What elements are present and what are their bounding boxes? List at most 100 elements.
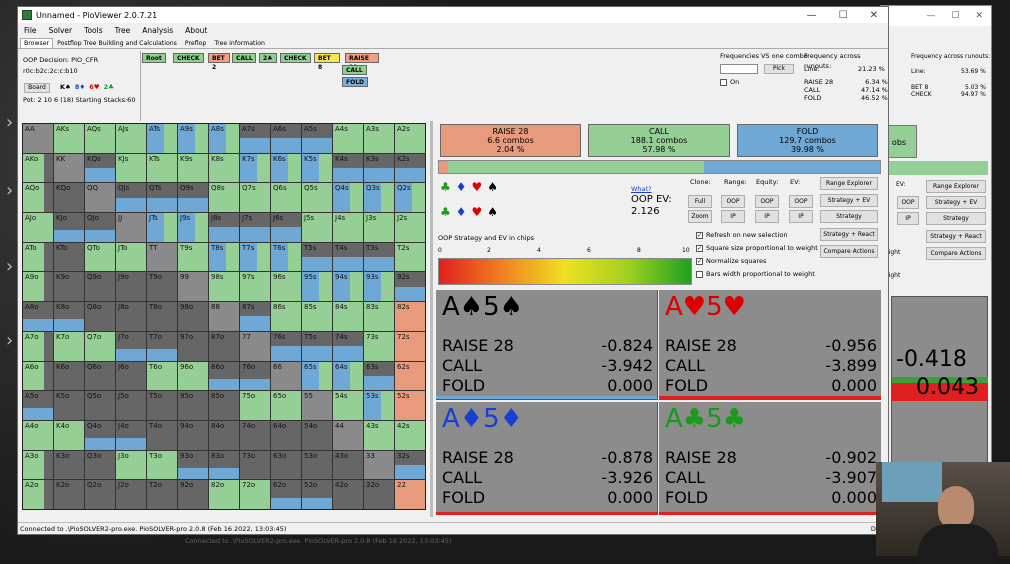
hand-cell[interactable]: T9o: [147, 272, 177, 302]
hand-cell[interactable]: Q7o: [85, 331, 115, 361]
club-icon[interactable]: ♣: [440, 180, 451, 194]
normalize-checkbox[interactable]: ✓: [696, 257, 703, 265]
hand-cell[interactable]: K7o: [54, 331, 84, 361]
tree-node[interactable]: BET 8: [314, 53, 340, 71]
hand-cell[interactable]: J5s: [302, 213, 332, 242]
hand-cell[interactable]: 63o: [271, 450, 301, 480]
hand-cell[interactable]: AQs: [85, 124, 115, 153]
hand-cell[interactable]: K6o: [54, 361, 84, 391]
hand-cell[interactable]: KJs: [116, 153, 146, 183]
hand-cell[interactable]: KQo: [54, 183, 84, 213]
hand-cell[interactable]: 65s: [302, 361, 332, 391]
hand-cell[interactable]: 84s: [333, 302, 363, 331]
zoom-button[interactable]: Zoom: [688, 210, 712, 223]
action-box-fold[interactable]: FOLD 129.7 combos 39.98 %: [737, 124, 878, 157]
hand-cell[interactable]: 96s: [271, 272, 301, 302]
hand-cell[interactable]: QJo: [85, 213, 115, 242]
hand-cell[interactable]: 94s: [333, 272, 363, 302]
hand-cell[interactable]: Q5o: [85, 391, 115, 420]
board-button[interactable]: Board: [24, 83, 50, 93]
hand-cell[interactable]: 88: [209, 302, 239, 331]
hand-cell[interactable]: J9s: [178, 213, 208, 242]
maximize-icon[interactable]: ☐: [839, 10, 848, 21]
hand-cell[interactable]: Q8o: [85, 302, 115, 331]
hand-cell[interactable]: 74s: [333, 331, 363, 361]
hand-cell[interactable]: QQ: [85, 183, 115, 213]
hand-cell[interactable]: ATs: [147, 124, 177, 153]
minimize-icon[interactable]: —: [926, 11, 935, 21]
hand-cell[interactable]: 87s: [240, 302, 270, 331]
hand-cell[interactable]: T3s: [364, 242, 394, 272]
diamond-icon[interactable]: ♦: [456, 205, 467, 219]
hand-cell[interactable]: 52o: [302, 480, 332, 509]
hand-cell[interactable]: K6s: [271, 153, 301, 183]
hand-cell[interactable]: K9s: [178, 153, 208, 183]
tab-postflop[interactable]: Postflop Tree Building and Calculations: [53, 38, 181, 48]
hand-cell[interactable]: ATo: [23, 242, 53, 272]
square-option[interactable]: ✓ Square size proportional to weight: [696, 243, 818, 253]
hand-cell[interactable]: Q3s: [364, 183, 394, 213]
combo-panel-clubs[interactable]: A♣5♣ RAISE 28 -0.902 CALL -3.907 FOLD 0.000: [659, 402, 881, 515]
close-icon[interactable]: ✕: [975, 11, 983, 21]
tree-node-call[interactable]: CALL: [342, 65, 367, 75]
hand-cell[interactable]: 85s: [302, 302, 332, 331]
club-icon[interactable]: ♣: [440, 205, 451, 219]
hand-cell[interactable]: 55: [302, 391, 332, 420]
back-ip-button[interactable]: IP: [897, 212, 919, 225]
back-strategy-ev-button[interactable]: Strategy + EV: [926, 196, 986, 209]
hand-cell[interactable]: K5s: [302, 153, 332, 183]
hand-cell[interactable]: J9o: [116, 272, 146, 302]
hand-cell[interactable]: 97o: [178, 331, 208, 361]
back-range-explorer-button[interactable]: Range Explorer: [926, 180, 986, 193]
hand-cell[interactable]: J2o: [116, 480, 146, 509]
hand-cell[interactable]: Q2o: [85, 480, 115, 509]
range-explorer-button[interactable]: Range Explorer: [820, 177, 878, 190]
hand-cell[interactable]: T8o: [147, 302, 177, 331]
hand-cell[interactable]: T2s: [395, 242, 425, 272]
heart-icon[interactable]: ♥: [472, 205, 483, 219]
hand-cell[interactable]: 53s: [364, 391, 394, 420]
full-button[interactable]: Full: [688, 195, 712, 208]
hand-cell[interactable]: A7o: [23, 331, 53, 361]
hand-cell[interactable]: A9s: [178, 124, 208, 153]
hand-cell[interactable]: K4o: [54, 420, 84, 450]
spade-icon[interactable]: ♠: [487, 180, 498, 194]
hand-cell[interactable]: 72s: [395, 331, 425, 361]
hand-cell[interactable]: 76s: [271, 331, 301, 361]
action-box-raise[interactable]: RAISE 28 6.6 combos 2.04 %: [440, 124, 581, 157]
tree-node[interactable]: RAISE 28: [345, 53, 379, 71]
strategy-button[interactable]: Strategy: [820, 210, 878, 223]
strategy-react-button[interactable]: Strategy + React: [820, 228, 878, 241]
hand-cell[interactable]: 95s: [302, 272, 332, 302]
hand-cell[interactable]: 62s: [395, 361, 425, 391]
hand-cell[interactable]: 86o: [209, 361, 239, 391]
hand-cell[interactable]: KQs: [85, 153, 115, 183]
hand-cell[interactable]: Q9s: [178, 183, 208, 213]
hand-cell[interactable]: K9o: [54, 272, 84, 302]
hand-cell[interactable]: 32o: [364, 480, 394, 509]
hand-cell[interactable]: 77: [240, 331, 270, 361]
hand-cell[interactable]: 64o: [271, 420, 301, 450]
refresh-checkbox[interactable]: ✓: [696, 231, 703, 239]
hand-cell[interactable]: T6o: [147, 361, 177, 391]
hand-cell[interactable]: AA: [23, 124, 53, 153]
hand-cell[interactable]: T3o: [147, 450, 177, 480]
hand-cell[interactable]: TT: [147, 242, 177, 272]
hand-cell[interactable]: JJ: [116, 213, 146, 242]
hand-cell[interactable]: Q3o: [85, 450, 115, 480]
hand-cell[interactable]: AQo: [23, 183, 53, 213]
hand-cell[interactable]: AJo: [23, 213, 53, 242]
strategy-ev-button[interactable]: Strategy + EV: [820, 194, 878, 207]
tab-browser[interactable]: Browser: [20, 38, 54, 48]
hand-cell[interactable]: 94o: [178, 420, 208, 450]
hand-cell[interactable]: AJs: [116, 124, 146, 153]
hand-cell[interactable]: 96o: [178, 361, 208, 391]
menu-file[interactable]: File: [24, 26, 37, 35]
hand-cell[interactable]: 42o: [333, 480, 363, 509]
hand-cell[interactable]: 43o: [333, 450, 363, 480]
hand-cell[interactable]: 98s: [209, 272, 239, 302]
hand-cell[interactable]: J4o: [116, 420, 146, 450]
hand-cell[interactable]: 22: [395, 480, 425, 509]
hand-cell[interactable]: 82o: [209, 480, 239, 509]
hand-cell[interactable]: KTs: [147, 153, 177, 183]
